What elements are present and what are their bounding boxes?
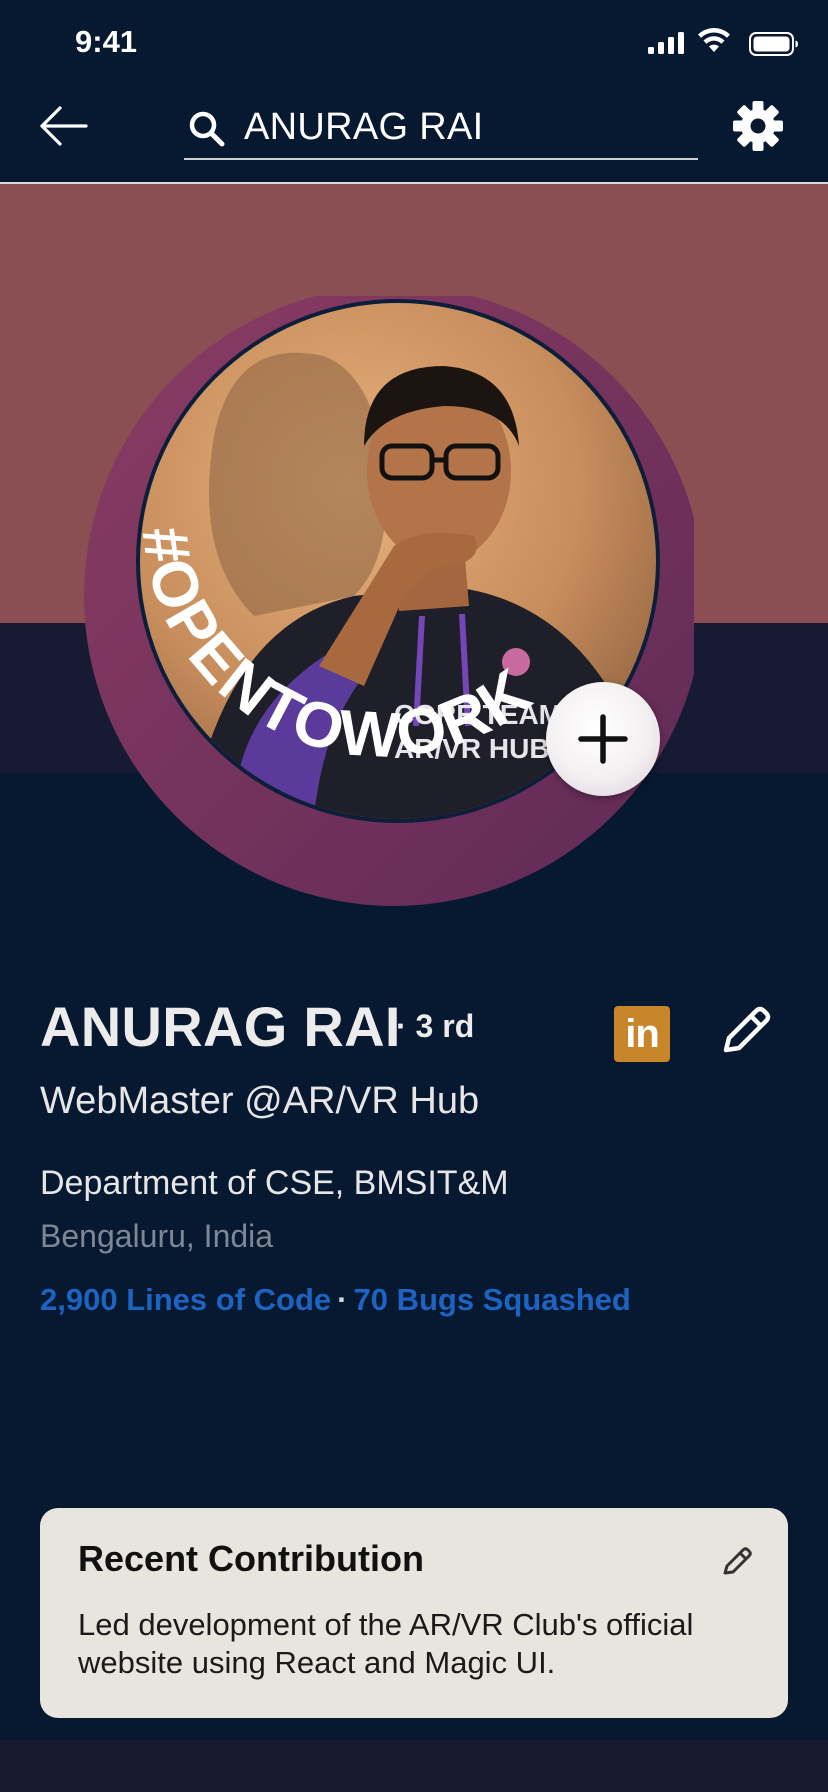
linkedin-label: in (625, 1011, 660, 1056)
card-title: Recent Contribution (78, 1538, 424, 1579)
card-body: Led development of the AR/VR Club's offi… (78, 1607, 694, 1680)
profile-department: Department of CSE, BMSIT&M (40, 1164, 509, 1202)
linkedin-icon[interactable]: in (614, 1006, 670, 1062)
lines-of-code-link[interactable]: 2,900 Lines of Code (40, 1282, 331, 1317)
top-navigation: ANURAG RAI (0, 86, 828, 184)
profile-location: Bengaluru, India (40, 1218, 274, 1254)
search-bar[interactable]: ANURAG RAI (184, 92, 698, 160)
bugs-squashed-link[interactable]: 70 Bugs Squashed (353, 1282, 630, 1317)
pencil-icon[interactable] (720, 1544, 754, 1578)
add-photo-button[interactable] (546, 682, 660, 796)
profile-stats: 2,900 Lines of Code · 70 Bugs Squashed (40, 1282, 631, 1318)
profile-headline: WebMaster @AR/VR Hub (40, 1080, 480, 1122)
wifi-icon (698, 28, 730, 52)
connection-degree: · 3 rd (396, 1008, 475, 1044)
recent-contribution-card: Recent Contribution Led development of t… (40, 1508, 788, 1718)
plus-icon (578, 714, 628, 764)
search-input[interactable]: ANURAG RAI (244, 106, 483, 149)
bottom-band (0, 1740, 828, 1792)
stats-separator: · (337, 1282, 348, 1317)
signal-icon (648, 32, 684, 54)
search-icon (189, 111, 225, 147)
battery-icon (749, 32, 798, 56)
back-arrow-icon[interactable] (38, 102, 90, 150)
gear-icon[interactable] (732, 100, 784, 152)
status-bar: 9:41 (0, 0, 828, 86)
edit-profile-pencil-icon[interactable] (716, 1002, 774, 1060)
profile-photo[interactable]: CORE TEAM AR/VR HUB #OPENTOWORK (64, 296, 694, 912)
profile-name: ANURAG RAI (40, 995, 401, 1058)
status-time: 9:41 (75, 24, 138, 59)
